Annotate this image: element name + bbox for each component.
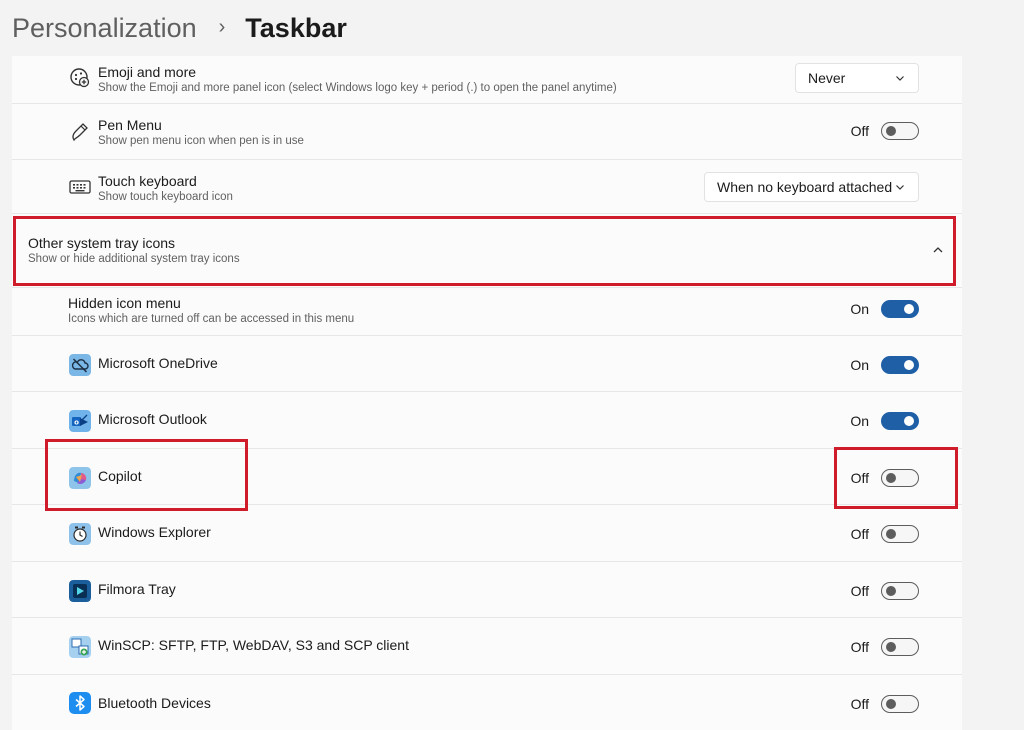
- toggle-state-label: Off: [850, 123, 869, 139]
- emoji-visibility-dropdown[interactable]: Never: [795, 63, 919, 93]
- onedrive-icon: [68, 353, 92, 377]
- keyboard-icon: [68, 175, 92, 199]
- setting-row-touch-keyboard: Touch keyboard Show touch keyboard icon …: [12, 160, 962, 214]
- setting-row-outlook: o Microsoft Outlook On: [12, 392, 962, 449]
- setting-row-hidden-icon-menu: Hidden icon menu Icons which are turned …: [12, 288, 962, 336]
- filmora-tray-toggle-group: Off: [847, 582, 919, 600]
- setting-row-pen-menu: Pen Menu Show pen menu icon when pen is …: [12, 104, 962, 160]
- windows-explorer-toggle[interactable]: [881, 525, 919, 543]
- toggle-state-label: Off: [850, 470, 869, 486]
- setting-title: Windows Explorer: [98, 524, 211, 540]
- chevron-down-icon: [896, 76, 904, 81]
- setting-row-filmora-tray: Filmora Tray Off: [12, 562, 962, 618]
- dropdown-value: When no keyboard attached: [717, 179, 893, 195]
- toggle-knob: [886, 699, 896, 709]
- toggle-knob: [886, 642, 896, 652]
- emoji-icon: [68, 66, 92, 90]
- windows-explorer-toggle-group: Off: [847, 525, 919, 543]
- section-description: Show or hide additional system tray icon…: [28, 253, 240, 265]
- setting-row-onedrive: Microsoft OneDrive On: [12, 336, 962, 392]
- setting-title: Pen Menu: [98, 117, 162, 133]
- setting-title: Hidden icon menu: [68, 295, 181, 311]
- settings-panel: Emoji and more Show the Emoji and more p…: [12, 56, 962, 730]
- setting-row-copilot: Copilot Off: [12, 449, 962, 505]
- pen-menu-toggle-group: Off: [847, 122, 919, 140]
- copilot-icon: [68, 466, 92, 490]
- toggle-knob: [886, 586, 896, 596]
- copilot-toggle[interactable]: [881, 469, 919, 487]
- filmora-icon: [68, 579, 92, 603]
- filmora-tray-toggle[interactable]: [881, 582, 919, 600]
- toggle-state-label: Off: [850, 696, 869, 712]
- page-title: Taskbar: [245, 12, 347, 43]
- winscp-icon: [68, 635, 92, 659]
- toggle-state-label: Off: [850, 583, 869, 599]
- outlook-icon: o: [68, 409, 92, 433]
- hidden-icon-menu-toggle[interactable]: [881, 300, 919, 318]
- svg-text:o: o: [74, 419, 79, 427]
- dropdown-value: Never: [808, 70, 846, 86]
- toggle-knob: [904, 416, 914, 426]
- setting-title: Bluetooth Devices: [98, 695, 211, 711]
- toggle-state-label: On: [850, 357, 869, 373]
- hidden-icon-menu-toggle-group: On: [847, 300, 919, 318]
- setting-title: Copilot: [98, 468, 142, 484]
- toggle-knob: [886, 473, 896, 483]
- toggle-state-label: Off: [850, 526, 869, 542]
- breadcrumb-parent[interactable]: Personalization: [12, 13, 197, 44]
- toggle-state-label: On: [850, 413, 869, 429]
- bluetooth-icon: [68, 691, 92, 715]
- touch-keyboard-dropdown[interactable]: When no keyboard attached: [704, 172, 919, 202]
- toggle-knob: [904, 360, 914, 370]
- setting-description: Show the Emoji and more panel icon (sele…: [98, 82, 617, 94]
- windows-explorer-icon: [68, 522, 92, 546]
- toggle-knob: [904, 304, 914, 314]
- bluetooth-devices-toggle[interactable]: [881, 695, 919, 713]
- pen-icon: [68, 120, 92, 144]
- chevron-up-icon[interactable]: [931, 243, 945, 257]
- toggle-state-label: Off: [850, 639, 869, 655]
- expander-other-system-tray-icons[interactable]: Other system tray icons Show or hide add…: [12, 214, 962, 288]
- outlook-toggle-group: On: [847, 412, 919, 430]
- setting-description: Show pen menu icon when pen is in use: [98, 135, 304, 147]
- bluetooth-devices-toggle-group: Off: [847, 695, 919, 713]
- winscp-toggle-group: Off: [847, 638, 919, 656]
- winscp-toggle[interactable]: [881, 638, 919, 656]
- copilot-toggle-group: Off: [847, 469, 919, 487]
- setting-row-emoji: Emoji and more Show the Emoji and more p…: [12, 56, 962, 104]
- setting-row-windows-explorer: Windows Explorer Off: [12, 505, 962, 562]
- setting-row-winscp: WinSCP: SFTP, FTP, WebDAV, S3 and SCP cl…: [12, 618, 962, 675]
- toggle-knob: [886, 529, 896, 539]
- setting-title: WinSCP: SFTP, FTP, WebDAV, S3 and SCP cl…: [98, 637, 409, 653]
- setting-title: Filmora Tray: [98, 581, 176, 597]
- setting-row-bluetooth-devices: Bluetooth Devices Off: [12, 675, 962, 730]
- toggle-state-label: On: [850, 301, 869, 317]
- breadcrumb: Personalization › Taskbar: [12, 8, 347, 48]
- onedrive-toggle[interactable]: [881, 356, 919, 374]
- breadcrumb-separator-icon: ›: [218, 15, 226, 38]
- setting-description: Icons which are turned off can be access…: [68, 313, 355, 325]
- outlook-toggle[interactable]: [881, 412, 919, 430]
- setting-title: Emoji and more: [98, 64, 197, 80]
- pen-menu-toggle[interactable]: [881, 122, 919, 140]
- toggle-knob: [886, 126, 896, 136]
- setting-title: Touch keyboard: [98, 173, 197, 189]
- setting-description: Show touch keyboard icon: [98, 191, 233, 203]
- onedrive-toggle-group: On: [847, 356, 919, 374]
- setting-title: Microsoft Outlook: [98, 411, 207, 427]
- section-title: Other system tray icons: [28, 235, 176, 251]
- setting-title: Microsoft OneDrive: [98, 355, 218, 371]
- chevron-down-icon: [896, 185, 904, 190]
